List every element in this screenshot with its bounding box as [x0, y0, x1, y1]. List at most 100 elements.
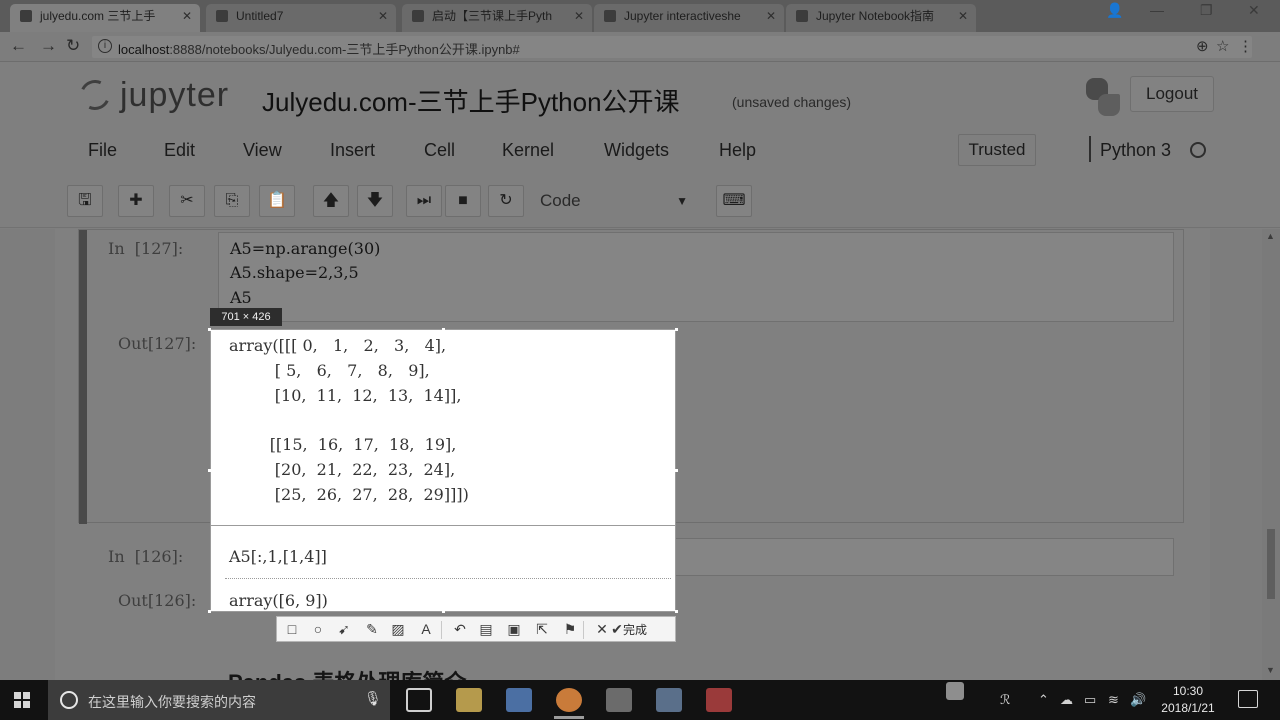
undo-icon[interactable]: ↶ — [451, 620, 469, 638]
capture-handle[interactable] — [675, 469, 678, 472]
cloud-icon[interactable]: ☁ — [1060, 692, 1073, 708]
mosaic-icon[interactable]: ▨ — [389, 620, 407, 638]
back-icon[interactable]: ← — [10, 36, 27, 56]
interrupt-icon[interactable]: ■ — [445, 185, 481, 217]
zoom-icon[interactable]: ⊕ — [1196, 37, 1209, 55]
text-icon[interactable]: A — [417, 620, 435, 638]
code-line-2: A5.shape=2,3,5 — [230, 263, 359, 282]
tab-close-icon[interactable]: ✕ — [182, 4, 192, 28]
volume-icon[interactable]: 🔊 — [1130, 692, 1146, 708]
scrollbar-thumb[interactable] — [1267, 529, 1275, 599]
logout-button[interactable]: Logout — [1130, 76, 1214, 112]
output-line: [ 5, 6, 7, 8, 9], — [229, 361, 430, 380]
tray-app-icon[interactable] — [946, 682, 964, 700]
capture-handle[interactable] — [208, 610, 211, 613]
menu-widgets[interactable]: Widgets — [604, 140, 669, 161]
taskbar-search[interactable]: 在这里输入你要搜索的内容 🎙 — [48, 680, 390, 720]
menu-view[interactable]: View — [243, 140, 282, 161]
tab-close-icon[interactable]: ✕ — [766, 4, 776, 28]
tab-title: 启动【三节课上手Pyth — [432, 9, 553, 23]
copy-icon[interactable]: ⎘ — [214, 185, 250, 217]
arrow-icon[interactable]: ➹ — [335, 620, 353, 638]
account-icon[interactable]: 👤 — [1106, 2, 1123, 19]
wifi-icon[interactable]: ≋ — [1108, 692, 1119, 708]
browser-icon[interactable] — [556, 688, 582, 712]
media-icon[interactable] — [606, 688, 632, 712]
scroll-up-icon[interactable]: ▲ — [1266, 231, 1275, 241]
tray-expand-icon[interactable]: ⌃ — [1038, 692, 1049, 708]
forward-icon[interactable]: → — [40, 36, 57, 56]
rectangle-icon[interactable]: □ — [283, 620, 301, 638]
tab-close-icon[interactable]: ✕ — [958, 4, 968, 28]
jupyter-logo[interactable]: jupyter — [75, 75, 230, 118]
notebook-toolbar: 🖫 ✚ ✂ ⎘ 📋 🡅 🡇 ⏭ ■ ↻ Code ▼ ⌨ — [0, 172, 1280, 228]
app-window-icon[interactable] — [506, 688, 532, 712]
page-scrollbar[interactable]: ▲ ▼ — [1262, 229, 1280, 680]
done-button[interactable]: 完成 — [623, 621, 647, 638]
keyboard-icon[interactable]: ⌨ — [716, 185, 752, 217]
file-explorer-icon[interactable] — [456, 688, 482, 712]
save-icon[interactable]: 🖫 — [67, 185, 103, 217]
window-close-icon[interactable]: ✕ — [1248, 2, 1260, 19]
browser-tab-4[interactable]: Jupyter Notebook指南 ✕ — [786, 4, 976, 32]
code-126-text: A5[:,1,[1,4]] — [229, 547, 327, 566]
bookmark-icon[interactable]: ⚑ — [561, 620, 579, 638]
menu-file[interactable]: File — [88, 140, 117, 161]
cut-icon[interactable]: ✂ — [169, 185, 205, 217]
run-icon[interactable]: ⏭ — [406, 185, 442, 217]
capture-handle[interactable] — [442, 328, 445, 331]
restore-icon[interactable]: ❐ — [1200, 2, 1213, 19]
reload-icon[interactable]: ↻ — [66, 36, 80, 56]
menu-insert[interactable]: Insert — [330, 140, 375, 161]
save-capture-icon[interactable]: ▤ — [477, 620, 495, 638]
taskbar-clock[interactable]: 10:30 2018/1/21 — [1158, 683, 1218, 717]
minimize-icon[interactable]: — — [1150, 2, 1164, 18]
paste-icon[interactable]: 📋 — [259, 185, 295, 217]
insert-cell-icon[interactable]: ✚ — [118, 185, 154, 217]
move-down-icon[interactable]: 🡇 — [357, 185, 393, 217]
tab-close-icon[interactable]: ✕ — [378, 4, 388, 28]
site-info-icon[interactable]: i — [98, 39, 112, 53]
menu-help[interactable]: Help — [719, 140, 756, 161]
move-up-icon[interactable]: 🡅 — [313, 185, 349, 217]
url-field[interactable]: i localhost:8888/notebooks/Julyedu.com-三… — [92, 36, 1253, 58]
windows-start-icon[interactable] — [14, 692, 30, 708]
capture-handle[interactable] — [442, 610, 445, 613]
menu-dots-icon[interactable]: ⋮ — [1238, 37, 1253, 55]
cell-type-select[interactable]: Code ▼ — [532, 185, 696, 217]
capture-region[interactable]: array([[[ 0, 1, 2, 3, 4], [ 5, 6, 7, 8, … — [210, 329, 676, 612]
browser-tab-2[interactable]: 启动【三节课上手Pyth ✕ — [402, 4, 592, 32]
menu-cell[interactable]: Cell — [424, 140, 455, 161]
notification-icon[interactable] — [1238, 690, 1258, 708]
code-line-1: A5=np.arange(30) — [230, 239, 381, 258]
pen-icon[interactable]: ✎ — [363, 620, 381, 638]
pin-icon[interactable]: ▣ — [505, 620, 523, 638]
tab-favicon — [604, 10, 616, 22]
microphone-icon[interactable]: 🎙 — [364, 690, 382, 707]
share-icon[interactable]: ⇱ — [533, 620, 551, 638]
cell-selection-bar — [79, 230, 87, 524]
menu-kernel[interactable]: Kernel — [502, 140, 554, 161]
presentation-app-icon[interactable] — [706, 688, 732, 712]
capture-handle[interactable] — [675, 328, 678, 331]
url-host: localhost — [118, 42, 170, 57]
tab-close-icon[interactable]: ✕ — [574, 4, 584, 28]
restart-icon[interactable]: ↻ — [488, 185, 524, 217]
task-view-icon[interactable] — [406, 688, 432, 712]
ellipse-icon[interactable]: ○ — [309, 620, 327, 638]
capture-handle[interactable] — [208, 469, 211, 472]
browser-tab-0[interactable]: julyedu.com 三节上手 ✕ — [10, 4, 200, 32]
notebook-title[interactable]: Julyedu.com-三节上手Python公开课 — [262, 82, 680, 119]
capture-handle[interactable] — [675, 610, 678, 613]
people-icon[interactable]: ℛ — [1000, 692, 1010, 708]
trusted-indicator[interactable]: Trusted — [958, 134, 1036, 166]
capture-handle[interactable] — [208, 328, 211, 331]
bookmark-star-icon[interactable]: ☆ — [1216, 37, 1229, 55]
browser-tab-1[interactable]: Untitled7 ✕ — [206, 4, 396, 32]
scroll-down-icon[interactable]: ▼ — [1266, 665, 1275, 675]
menu-edit[interactable]: Edit — [164, 140, 195, 161]
tab-favicon — [216, 10, 228, 22]
browser-tab-3[interactable]: Jupyter interactiveshe ✕ — [594, 4, 784, 32]
settings-app-icon[interactable] — [656, 688, 682, 712]
network-icon[interactable]: ▭ — [1084, 692, 1096, 708]
